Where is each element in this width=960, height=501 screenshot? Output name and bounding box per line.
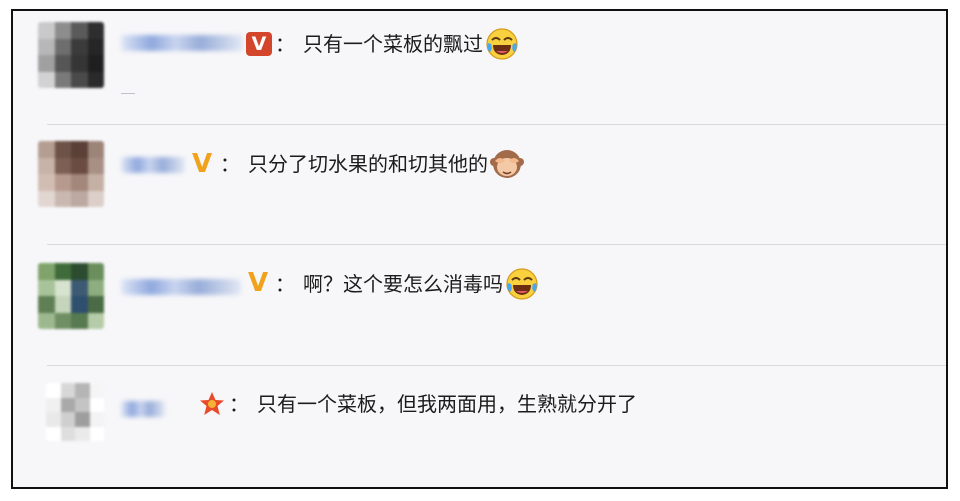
ghost-mark [121,93,135,94]
verified-badge-icon: V [246,32,272,56]
divider [47,124,946,125]
comment-separator: ： [229,392,249,416]
comment-text: 只有一个菜板，但我两面用，生熟就分开了 [257,392,637,416]
comment-separator: ： [275,32,295,56]
divider [47,365,946,366]
see-no-evil-monkey-emoji-icon [490,150,524,178]
comment-content: ： 啊？这个要怎么消毒吗 [275,268,539,300]
laughing-crying-emoji-icon [486,28,518,60]
avatar[interactable] [46,383,104,441]
star-badge-icon [197,389,227,419]
username[interactable] [121,35,243,51]
username[interactable] [121,157,185,173]
comment-separator: ： [220,152,240,176]
comment-content: ： 只分了切水果的和切其他的 [220,149,524,179]
comment-text: 啊？这个要怎么消毒吗 [303,272,503,296]
verified-badge-icon: V [191,149,213,179]
avatar[interactable] [38,141,104,207]
comment-content: ： 只有一个菜板，但我两面用，生熟就分开了 [229,389,637,419]
avatar[interactable] [38,22,104,88]
avatar[interactable] [38,263,104,329]
comment-list: V ： 只有一个菜板的飘过 V ： 只分了切水果的和切其他的 V ： 啊？这个要… [11,9,948,489]
verified-badge-icon: V [247,268,269,298]
username[interactable] [121,401,165,417]
comment-text: 只分了切水果的和切其他的 [248,152,488,176]
divider [47,244,946,245]
comment-text: 只有一个菜板的飘过 [303,32,483,56]
comment-content: ： 只有一个菜板的飘过 [275,28,519,60]
username[interactable] [121,279,241,295]
laughing-crying-emoji-icon [506,268,538,300]
comment-separator: ： [275,272,295,296]
